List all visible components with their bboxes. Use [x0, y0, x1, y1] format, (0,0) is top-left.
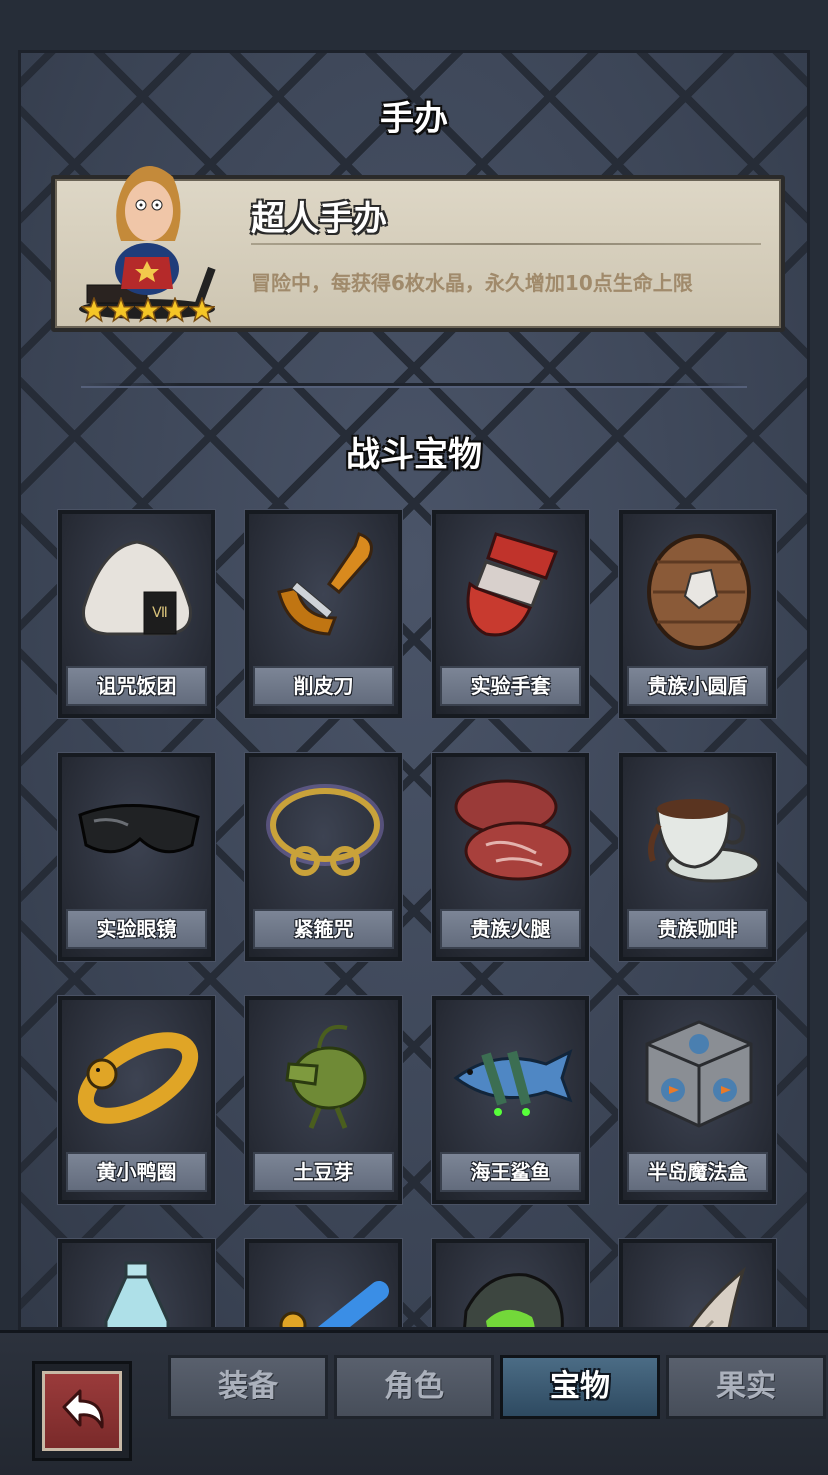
rice-ball-icon: Ⅶ	[81, 540, 193, 636]
figure-divider	[251, 243, 761, 245]
treasure-item-label: 土豆芽	[253, 1152, 394, 1192]
tab-character[interactable]: 角色	[334, 1355, 494, 1419]
svg-text:Ⅶ: Ⅶ	[152, 605, 168, 621]
treasure-item-card[interactable]: 贵族火腿	[432, 753, 589, 961]
treasure-item-card[interactable]: 实验手套	[432, 510, 589, 718]
goggles-icon	[78, 804, 200, 854]
treasure-item-card[interactable]	[619, 1239, 776, 1327]
magic-cube-icon	[645, 1020, 753, 1128]
tab-treasure[interactable]: 宝物	[500, 1355, 660, 1419]
treasure-item-label: 诅咒饭团	[66, 666, 207, 706]
ham-icon	[454, 779, 572, 881]
treasure-item-label: 黄小鸭圈	[66, 1152, 207, 1192]
treasure-item-card[interactable]: 土豆芽	[245, 996, 402, 1204]
tab-fruit[interactable]: 果实	[666, 1355, 826, 1419]
golden-headband-icon	[266, 784, 384, 876]
figure-section-title: 手办	[380, 99, 448, 139]
treasure-item-card[interactable]: 贵族小圆盾	[619, 510, 776, 718]
peeler-icon	[277, 532, 373, 636]
figure-stars	[81, 297, 215, 323]
treasure-item-label: 贵族火腿	[440, 909, 581, 949]
star-icon	[135, 297, 161, 323]
star-icon	[189, 297, 215, 323]
glove-icon	[466, 532, 558, 637]
treasure-item-label: 实验眼镜	[66, 909, 207, 949]
figure-name: 超人手办	[251, 199, 387, 239]
treasure-panel: 手办 超人手办 冒险中，每获得6枚水晶，永久增加10点生命上限 战斗宝物 Ⅶ 诅…	[18, 50, 810, 1330]
potion-bottle-icon	[104, 1261, 170, 1327]
treasure-item-card[interactable]: 紧箍咒	[245, 753, 402, 961]
treasure-item-card[interactable]: 黄小鸭圈	[58, 996, 215, 1204]
round-shield-icon	[647, 534, 751, 650]
shark-icon	[453, 1049, 573, 1116]
tab-equipment[interactable]: 装备	[168, 1355, 328, 1419]
figure-card[interactable]: 超人手办 冒险中，每获得6枚水晶，永久增加10点生命上限	[51, 165, 785, 332]
star-icon	[162, 297, 188, 323]
treasure-item-card[interactable]: 实验眼镜	[58, 753, 215, 961]
star-icon	[108, 297, 134, 323]
back-arrow-icon	[62, 1389, 104, 1429]
treasure-item-card[interactable]: 贵族咖啡	[619, 753, 776, 961]
treasure-item-label: 半岛魔法盒	[627, 1152, 768, 1192]
blue-ring-icon	[279, 1281, 389, 1327]
bottom-nav-bar: 装备 角色 宝物 果实	[0, 1330, 828, 1475]
section-divider	[81, 383, 747, 386]
treasure-item-card[interactable]: 削皮刀	[245, 510, 402, 718]
back-button[interactable]	[32, 1361, 132, 1461]
treasure-section-title: 战斗宝物	[346, 435, 482, 475]
figure-description: 冒险中，每获得6枚水晶，永久增加10点生命上限	[251, 271, 693, 295]
horn-icon	[688, 1266, 746, 1327]
potato-sprout-icon	[285, 1025, 367, 1129]
treasure-item-card[interactable]	[432, 1239, 589, 1327]
back-button-face	[42, 1371, 122, 1451]
treasure-item-card[interactable]: Ⅶ 诅咒饭团	[58, 510, 215, 718]
treasure-item-card[interactable]: 半岛魔法盒	[619, 996, 776, 1204]
treasure-item-label: 削皮刀	[253, 666, 394, 706]
treasure-item-label: 实验手套	[440, 666, 581, 706]
duck-ring-icon	[77, 1032, 199, 1124]
treasure-item-card[interactable]	[245, 1239, 402, 1327]
treasure-item-label: 紧箍咒	[253, 909, 394, 949]
treasure-item-card[interactable]	[58, 1239, 215, 1327]
treasure-item-card[interactable]: 海王鲨鱼	[432, 996, 589, 1204]
coffee-cup-icon	[648, 799, 761, 883]
treasure-item-label: 海王鲨鱼	[440, 1152, 581, 1192]
treasure-item-label: 贵族咖啡	[627, 909, 768, 949]
treasure-item-label: 贵族小圆盾	[627, 666, 768, 706]
green-rock-icon	[463, 1273, 564, 1327]
star-icon	[81, 297, 107, 323]
